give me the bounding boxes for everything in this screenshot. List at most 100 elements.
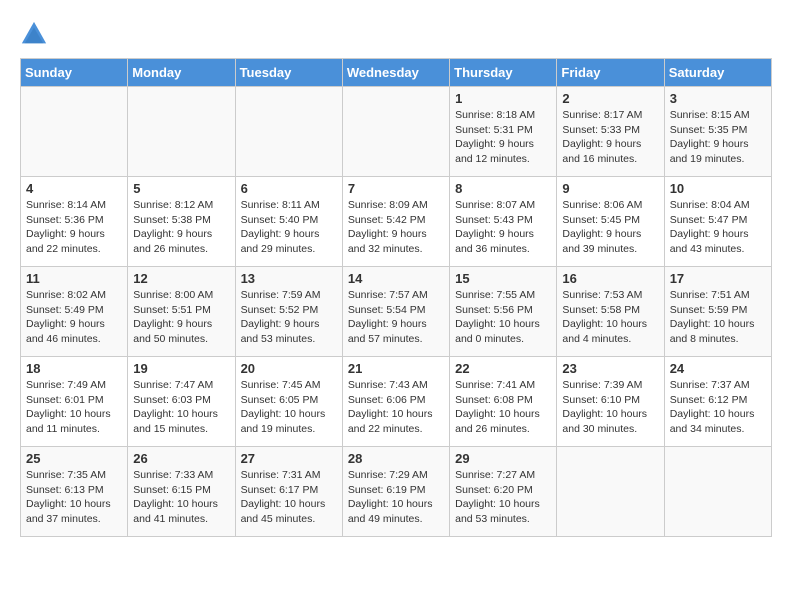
page-header bbox=[20, 20, 772, 48]
calendar-week-1: 1 Sunrise: 8:18 AM Sunset: 5:31 PM Daylig… bbox=[21, 87, 772, 177]
day-number: 11 bbox=[26, 271, 122, 286]
day-number: 18 bbox=[26, 361, 122, 376]
calendar-cell: 4 Sunrise: 8:14 AM Sunset: 5:36 PM Daylig… bbox=[21, 177, 128, 267]
day-number: 14 bbox=[348, 271, 444, 286]
logo bbox=[20, 20, 52, 48]
calendar-cell bbox=[557, 447, 664, 537]
day-number: 28 bbox=[348, 451, 444, 466]
day-number: 27 bbox=[241, 451, 337, 466]
day-info: Sunrise: 8:04 AM Sunset: 5:47 PM Dayligh… bbox=[670, 198, 766, 257]
calendar-cell: 21Sunrise: 7:43 AM Sunset: 6:06 PM Dayli… bbox=[342, 357, 449, 447]
calendar-cell: 9 Sunrise: 8:06 AM Sunset: 5:45 PM Daylig… bbox=[557, 177, 664, 267]
calendar-cell bbox=[664, 447, 771, 537]
day-info: Sunrise: 8:11 AM Sunset: 5:40 PM Dayligh… bbox=[241, 198, 337, 257]
day-number: 5 bbox=[133, 181, 229, 196]
calendar-cell: 11 Sunrise: 8:02 AM Sunset: 5:49 PM Dayli… bbox=[21, 267, 128, 357]
calendar-week-4: 18 Sunrise: 7:49 AM Sunset: 6:01 PM Dayli… bbox=[21, 357, 772, 447]
day-number: 19 bbox=[133, 361, 229, 376]
day-info: Sunrise: 8:02 AM Sunset: 5:49 PM Dayligh… bbox=[26, 288, 122, 347]
calendar-cell: 3 Sunrise: 8:15 AM Sunset: 5:35 PM Daylig… bbox=[664, 87, 771, 177]
calendar-cell: 1 Sunrise: 8:18 AM Sunset: 5:31 PM Daylig… bbox=[450, 87, 557, 177]
day-number: 26 bbox=[133, 451, 229, 466]
day-info: Sunrise: 7:29 AM Sunset: 6:19 PM Dayligh… bbox=[348, 468, 444, 527]
day-info: Sunrise: 7:49 AM Sunset: 6:01 PM Dayligh… bbox=[26, 378, 122, 437]
header-row: SundayMondayTuesdayWednesdayThursdayFrid… bbox=[21, 59, 772, 87]
calendar-cell bbox=[21, 87, 128, 177]
calendar-cell: 23 Sunrise: 7:39 AM Sunset: 6:10 PM Dayli… bbox=[557, 357, 664, 447]
calendar-cell: 17 Sunrise: 7:51 AM Sunset: 5:59 PM Dayli… bbox=[664, 267, 771, 357]
day-info: Sunrise: 7:33 AM Sunset: 6:15 PM Dayligh… bbox=[133, 468, 229, 527]
calendar-cell: 6Sunrise: 8:11 AM Sunset: 5:40 PM Daylig… bbox=[235, 177, 342, 267]
day-number: 2 bbox=[562, 91, 658, 106]
calendar-cell: 25Sunrise: 7:35 AM Sunset: 6:13 PM Dayli… bbox=[21, 447, 128, 537]
calendar-cell: 28 Sunrise: 7:29 AM Sunset: 6:19 PM Dayli… bbox=[342, 447, 449, 537]
calendar-cell: 14 Sunrise: 7:57 AM Sunset: 5:54 PM Dayli… bbox=[342, 267, 449, 357]
day-info: Sunrise: 8:14 AM Sunset: 5:36 PM Dayligh… bbox=[26, 198, 122, 257]
calendar-cell: 26 Sunrise: 7:33 AM Sunset: 6:15 PM Dayli… bbox=[128, 447, 235, 537]
day-info: Sunrise: 8:00 AM Sunset: 5:51 PM Dayligh… bbox=[133, 288, 229, 347]
day-info: Sunrise: 8:06 AM Sunset: 5:45 PM Dayligh… bbox=[562, 198, 658, 257]
calendar-cell: 5 Sunrise: 8:12 AM Sunset: 5:38 PM Daylig… bbox=[128, 177, 235, 267]
calendar-cell: 18 Sunrise: 7:49 AM Sunset: 6:01 PM Dayli… bbox=[21, 357, 128, 447]
header-cell-tuesday: Tuesday bbox=[235, 59, 342, 87]
day-info: Sunrise: 7:41 AM Sunset: 6:08 PM Dayligh… bbox=[455, 378, 551, 437]
day-number: 9 bbox=[562, 181, 658, 196]
day-number: 1 bbox=[455, 91, 551, 106]
day-info: Sunrise: 7:39 AM Sunset: 6:10 PM Dayligh… bbox=[562, 378, 658, 437]
day-info: Sunrise: 7:51 AM Sunset: 5:59 PM Dayligh… bbox=[670, 288, 766, 347]
calendar-table: SundayMondayTuesdayWednesdayThursdayFrid… bbox=[20, 58, 772, 537]
calendar-cell: 12 Sunrise: 8:00 AM Sunset: 5:51 PM Dayli… bbox=[128, 267, 235, 357]
calendar-cell bbox=[235, 87, 342, 177]
calendar-cell: 13 Sunrise: 7:59 AM Sunset: 5:52 PM Dayli… bbox=[235, 267, 342, 357]
header-cell-wednesday: Wednesday bbox=[342, 59, 449, 87]
day-number: 4 bbox=[26, 181, 122, 196]
day-number: 3 bbox=[670, 91, 766, 106]
calendar-cell: 27 Sunrise: 7:31 AM Sunset: 6:17 PM Dayli… bbox=[235, 447, 342, 537]
calendar-cell bbox=[342, 87, 449, 177]
header-cell-saturday: Saturday bbox=[664, 59, 771, 87]
calendar-cell: 29 Sunrise: 7:27 AM Sunset: 6:20 PM Dayli… bbox=[450, 447, 557, 537]
calendar-cell: 7 Sunrise: 8:09 AM Sunset: 5:42 PM Daylig… bbox=[342, 177, 449, 267]
day-number: 15 bbox=[455, 271, 551, 286]
calendar-week-2: 4 Sunrise: 8:14 AM Sunset: 5:36 PM Daylig… bbox=[21, 177, 772, 267]
header-cell-sunday: Sunday bbox=[21, 59, 128, 87]
day-info: Sunrise: 7:59 AM Sunset: 5:52 PM Dayligh… bbox=[241, 288, 337, 347]
calendar-cell: 19 Sunrise: 7:47 AM Sunset: 6:03 PM Dayli… bbox=[128, 357, 235, 447]
day-number: 12 bbox=[133, 271, 229, 286]
day-info: Sunrise: 8:07 AM Sunset: 5:43 PM Dayligh… bbox=[455, 198, 551, 257]
day-info: Sunrise: 7:57 AM Sunset: 5:54 PM Dayligh… bbox=[348, 288, 444, 347]
day-info: Sunrise: 7:47 AM Sunset: 6:03 PM Dayligh… bbox=[133, 378, 229, 437]
header-cell-thursday: Thursday bbox=[450, 59, 557, 87]
day-number: 24 bbox=[670, 361, 766, 376]
calendar-cell: 20Sunrise: 7:45 AM Sunset: 6:05 PM Dayli… bbox=[235, 357, 342, 447]
day-info: Sunrise: 7:27 AM Sunset: 6:20 PM Dayligh… bbox=[455, 468, 551, 527]
day-number: 29 bbox=[455, 451, 551, 466]
day-info: Sunrise: 7:53 AM Sunset: 5:58 PM Dayligh… bbox=[562, 288, 658, 347]
day-number: 20 bbox=[241, 361, 337, 376]
day-number: 13 bbox=[241, 271, 337, 286]
day-info: Sunrise: 8:09 AM Sunset: 5:42 PM Dayligh… bbox=[348, 198, 444, 257]
calendar-body: 1 Sunrise: 8:18 AM Sunset: 5:31 PM Daylig… bbox=[21, 87, 772, 537]
day-number: 17 bbox=[670, 271, 766, 286]
day-info: Sunrise: 7:31 AM Sunset: 6:17 PM Dayligh… bbox=[241, 468, 337, 527]
day-info: Sunrise: 7:37 AM Sunset: 6:12 PM Dayligh… bbox=[670, 378, 766, 437]
calendar-week-5: 25Sunrise: 7:35 AM Sunset: 6:13 PM Dayli… bbox=[21, 447, 772, 537]
calendar-cell: 8 Sunrise: 8:07 AM Sunset: 5:43 PM Daylig… bbox=[450, 177, 557, 267]
day-number: 10 bbox=[670, 181, 766, 196]
calendar-cell: 10 Sunrise: 8:04 AM Sunset: 5:47 PM Dayli… bbox=[664, 177, 771, 267]
calendar-cell bbox=[128, 87, 235, 177]
day-number: 16 bbox=[562, 271, 658, 286]
calendar-header: SundayMondayTuesdayWednesdayThursdayFrid… bbox=[21, 59, 772, 87]
day-number: 8 bbox=[455, 181, 551, 196]
day-info: Sunrise: 8:12 AM Sunset: 5:38 PM Dayligh… bbox=[133, 198, 229, 257]
day-info: Sunrise: 8:18 AM Sunset: 5:31 PM Dayligh… bbox=[455, 108, 551, 167]
calendar-cell: 15 Sunrise: 7:55 AM Sunset: 5:56 PM Dayli… bbox=[450, 267, 557, 357]
calendar-cell: 2Sunrise: 8:17 AM Sunset: 5:33 PM Daylig… bbox=[557, 87, 664, 177]
calendar-cell: 16 Sunrise: 7:53 AM Sunset: 5:58 PM Dayli… bbox=[557, 267, 664, 357]
day-info: Sunrise: 8:15 AM Sunset: 5:35 PM Dayligh… bbox=[670, 108, 766, 167]
day-info: Sunrise: 7:55 AM Sunset: 5:56 PM Dayligh… bbox=[455, 288, 551, 347]
day-number: 7 bbox=[348, 181, 444, 196]
calendar-week-3: 11 Sunrise: 8:02 AM Sunset: 5:49 PM Dayli… bbox=[21, 267, 772, 357]
header-cell-monday: Monday bbox=[128, 59, 235, 87]
day-number: 23 bbox=[562, 361, 658, 376]
